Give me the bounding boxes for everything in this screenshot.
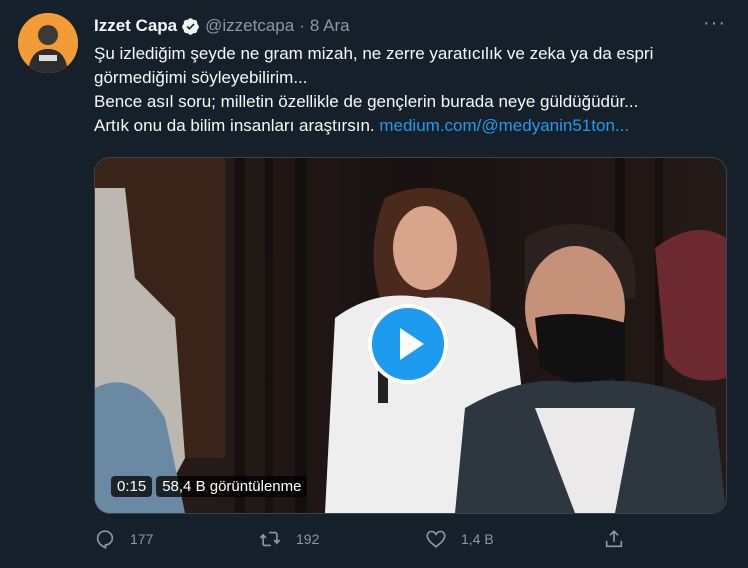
tweet-link[interactable]: medium.com/@medyanin51ton... bbox=[379, 116, 629, 135]
retweet-button[interactable]: 192 bbox=[258, 528, 319, 550]
reply-count: 177 bbox=[130, 531, 154, 547]
tweet-text: Şu izlediğim şeyde ne gram mizah, ne zer… bbox=[94, 42, 724, 138]
like-count: 1,4 B bbox=[461, 531, 494, 547]
reply-button[interactable]: 177 bbox=[94, 528, 153, 550]
author-name[interactable]: Izzet Capa bbox=[94, 16, 177, 36]
video-info-overlay: 0:15 58,4 B görüntülenme bbox=[111, 474, 308, 498]
tweet: Izzet Capa @izzetcapa · 8 Ara ··· Şu izl… bbox=[0, 0, 748, 568]
retweet-count: 192 bbox=[296, 531, 320, 547]
retweet-icon bbox=[259, 531, 281, 547]
tweet-text-line: Bence asıl soru; milletin özellikle de g… bbox=[94, 92, 639, 111]
tweet-actions: 177 192 1,4 B bbox=[94, 528, 654, 556]
author-handle[interactable]: @izzetcapa bbox=[205, 16, 294, 36]
tweet-text-line-with-link: Artık onu da bilim insanları araştırsın.… bbox=[94, 114, 724, 138]
avatar[interactable] bbox=[18, 13, 78, 73]
tweet-text-line: görmediğimi söyleyebilirim... bbox=[94, 68, 308, 87]
video-views: 58,4 B görüntülenme bbox=[156, 475, 308, 497]
video-player[interactable]: 0:15 58,4 B görüntülenme bbox=[94, 157, 727, 514]
play-icon bbox=[400, 328, 424, 360]
tweet-header: Izzet Capa @izzetcapa · 8 Ara bbox=[94, 15, 350, 37]
tweet-text-line: Artık onu da bilim insanları araştırsın. bbox=[94, 116, 375, 135]
reply-icon bbox=[96, 530, 114, 549]
share-icon bbox=[605, 530, 623, 548]
heart-icon bbox=[426, 530, 446, 548]
tweet-date[interactable]: 8 Ara bbox=[310, 16, 350, 36]
more-options-icon[interactable]: ··· bbox=[703, 12, 726, 35]
separator-dot: · bbox=[299, 16, 305, 35]
like-button[interactable]: 1,4 B bbox=[425, 528, 494, 550]
verified-badge-icon bbox=[181, 17, 200, 36]
play-button[interactable] bbox=[368, 304, 448, 384]
share-button[interactable] bbox=[603, 528, 625, 550]
tweet-text-line: Şu izlediğim şeyde ne gram mizah, ne zer… bbox=[94, 44, 654, 63]
video-duration: 0:15 bbox=[111, 475, 153, 497]
